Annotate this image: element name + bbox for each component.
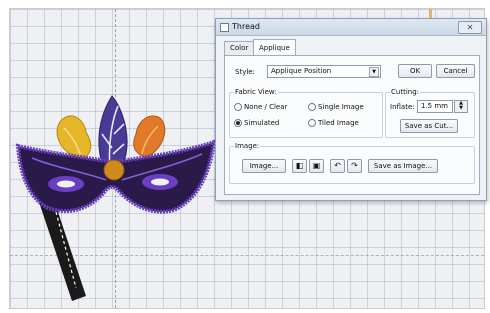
- inflate-spinner[interactable]: ▲ ▼: [454, 100, 468, 113]
- cancel-button[interactable]: Cancel: [436, 64, 475, 78]
- tab-applique[interactable]: Applique: [253, 39, 296, 55]
- save-as-image-button[interactable]: Save as Image...: [368, 159, 438, 173]
- mask-jewel: [103, 159, 125, 181]
- close-button[interactable]: ✕: [458, 21, 482, 34]
- title-bar[interactable]: Thread ✕: [216, 19, 486, 36]
- cutting-group: Cutting: Inflate: 1.5 mm ▲ ▼ Save as Cut.…: [385, 88, 475, 138]
- inflate-label: Inflate:: [390, 103, 415, 111]
- image-button[interactable]: Image...: [242, 159, 286, 173]
- style-dropdown[interactable]: Applique Position ▼: [267, 65, 381, 78]
- applique-panel: Style: Applique Position ▼ OK Cancel Fab…: [224, 55, 480, 195]
- radio-single-image-label: Single Image: [318, 103, 364, 111]
- radio-none-clear-label: None / Clear: [244, 103, 288, 111]
- window-title: Thread: [232, 22, 260, 31]
- inflate-value: 1.5 mm: [421, 102, 448, 110]
- undo-icon[interactable]: ↶: [330, 159, 345, 173]
- tab-color[interactable]: Color: [224, 41, 255, 55]
- thread-dialog: Thread ✕ Color Applique Style: Applique …: [215, 18, 487, 201]
- fit-image-icon[interactable]: ◧: [292, 159, 307, 173]
- redo-icon[interactable]: ↷: [347, 159, 362, 173]
- fill-image-icon[interactable]: ▣: [309, 159, 324, 173]
- image-group: Image: Image... ◧ ▣ ↶ ↷ Save as Image...: [229, 142, 475, 184]
- chevron-down-icon: ▼: [369, 67, 379, 77]
- fabric-view-group: Fabric View: None / Clear Single Image S…: [229, 88, 383, 138]
- window-icon: [220, 23, 229, 32]
- radio-tiled-image[interactable]: [308, 119, 316, 127]
- cutting-title: Cutting:: [390, 88, 420, 96]
- style-label: Style:: [235, 68, 255, 76]
- inflate-input[interactable]: 1.5 mm: [417, 100, 453, 113]
- style-dropdown-value: Applique Position: [271, 67, 332, 75]
- fabric-view-title: Fabric View:: [234, 88, 278, 96]
- radio-tiled-image-label: Tiled Image: [318, 119, 359, 127]
- mask-design[interactable]: [14, 88, 219, 306]
- ok-button[interactable]: OK: [398, 64, 432, 78]
- radio-single-image[interactable]: [308, 103, 316, 111]
- image-title: Image:: [234, 142, 261, 150]
- radio-simulated[interactable]: [234, 119, 242, 127]
- radio-simulated-label: Simulated: [244, 119, 280, 127]
- save-as-cut-button[interactable]: Save as Cut...: [400, 119, 458, 133]
- radio-none-clear[interactable]: [234, 103, 242, 111]
